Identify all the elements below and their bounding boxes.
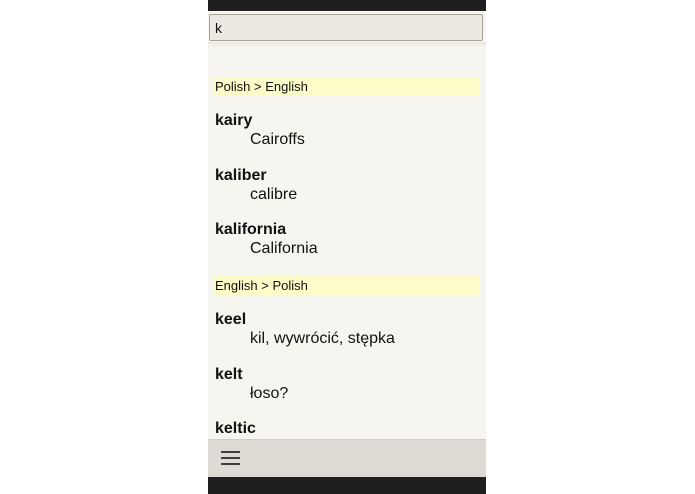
entry-headword: keel <box>215 311 247 328</box>
menu-bar-line <box>221 451 240 453</box>
entry-headword: kaliber <box>215 167 267 184</box>
bottom-toolbar <box>208 439 486 477</box>
result-entry[interactable]: kelt łoso? <box>215 366 479 404</box>
entry-headword: kelt <box>215 366 243 383</box>
dictionary-screen: Polish > English kairy Cairoffs kaliber … <box>208 11 486 477</box>
result-entry[interactable]: keel kil, wywrócić, stępka <box>215 311 479 349</box>
entry-translation: California <box>250 240 318 257</box>
device-frame: Polish > English kairy Cairoffs kaliber … <box>208 0 486 494</box>
menu-bar-line <box>221 463 240 465</box>
result-entry[interactable]: kairy Cairoffs <box>215 112 479 150</box>
section-header-english-polish: English > Polish <box>214 276 480 295</box>
entry-translation: łoso? <box>250 385 289 402</box>
result-entry[interactable]: kalifornia California <box>215 221 479 259</box>
hamburger-menu-icon[interactable] <box>219 448 243 470</box>
search-bar[interactable] <box>209 14 483 41</box>
entry-headword: kalifornia <box>215 221 287 238</box>
section-header-polish-english: Polish > English <box>214 77 480 96</box>
entry-translation: calibre <box>250 186 298 203</box>
entry-headword: keltic <box>215 420 256 437</box>
results-list[interactable]: Polish > English kairy Cairoffs kaliber … <box>208 48 486 439</box>
result-entry[interactable]: keltic celtycki <box>215 420 479 439</box>
entry-translation: kil, wywrócić, stępka <box>250 330 395 347</box>
menu-bar-line <box>221 457 240 459</box>
entry-translation: Cairoffs <box>250 131 305 148</box>
search-input[interactable] <box>215 19 477 37</box>
entry-headword: kairy <box>215 112 253 129</box>
result-entry[interactable]: kaliber calibre <box>215 167 479 205</box>
